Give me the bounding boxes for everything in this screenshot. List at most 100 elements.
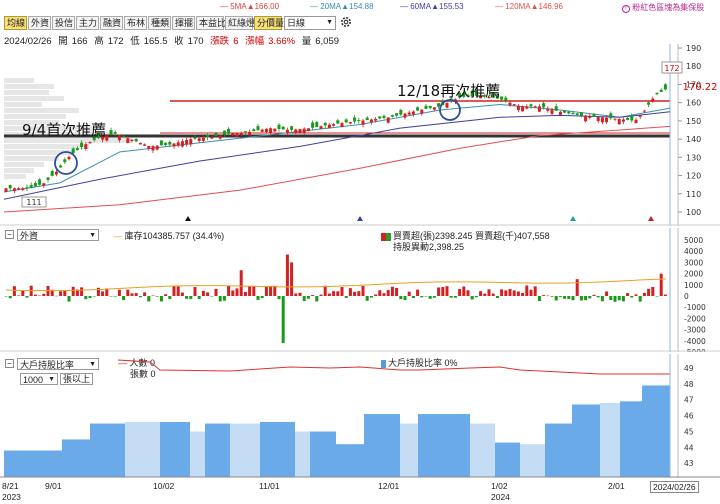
price-chart[interactable]: 190180170160150140130120110100 111 172 1…	[0, 44, 720, 226]
foreign-bar	[260, 296, 264, 299]
tab-major[interactable]: 主力	[76, 16, 99, 30]
candle-body	[558, 111, 562, 115]
foreign-bar	[634, 294, 638, 296]
foreign-bar	[483, 293, 487, 296]
tab-bollinger[interactable]: 布林	[124, 16, 147, 30]
candle-body	[579, 112, 583, 116]
holder-tick-label: 43	[684, 459, 694, 468]
candle-body	[584, 115, 588, 122]
foreign-bar	[403, 296, 407, 301]
foreign-bar	[420, 296, 424, 298]
foreign-bar	[365, 296, 369, 301]
foreign-bar	[546, 295, 550, 297]
tab-traffic-light[interactable]: 紅綠燈	[225, 16, 255, 30]
candle-body	[626, 118, 630, 120]
foreign-bar	[147, 296, 151, 302]
candle-body	[248, 131, 252, 136]
foreign-bar	[4, 296, 8, 297]
holder-ratio-bar	[336, 444, 364, 477]
foreign-buysell-chart[interactable]: 5000 4000 3000 2000 1000 0 -1000 -2000 -3000 -400…	[0, 228, 720, 352]
price-tick-label: 160	[686, 99, 701, 108]
foreign-bar	[243, 292, 247, 296]
candle-body	[159, 140, 163, 146]
foreign-bar	[159, 296, 163, 302]
foreign-bar	[113, 296, 117, 297]
candle-body	[126, 138, 130, 144]
low-marker: 111	[26, 198, 41, 207]
x-label-0821: 8/21	[2, 481, 19, 491]
holder-ratio-bar	[418, 414, 445, 477]
candle-body	[411, 111, 415, 115]
foreign-bar	[437, 287, 441, 296]
holder-ratio-bar	[445, 414, 470, 477]
holder-tick-label: 44	[684, 443, 694, 452]
x-label-current-date: 2024/02/26	[650, 481, 699, 493]
price-tick-label: 190	[686, 44, 701, 53]
high-marker: 172	[664, 64, 679, 73]
holder-ratio-bar	[600, 402, 620, 477]
candle-body	[437, 103, 441, 107]
foreign-tick-label: -2000	[684, 314, 706, 323]
candle-body	[143, 144, 147, 146]
candle-body	[306, 128, 310, 131]
holder-ratio-bar	[125, 421, 160, 477]
pink-block-info-link[interactable]: ! 粉紅色區塊為集保股	[622, 2, 704, 13]
foreign-bar	[54, 295, 58, 297]
candle-body	[327, 124, 331, 129]
foreign-bar	[172, 286, 176, 296]
x-label-1101: 11/01	[259, 481, 280, 491]
holder-ratio-chart[interactable]: 49 48 47 46 45 44 43	[0, 354, 720, 478]
x-label-1201: 12/01	[378, 481, 400, 491]
tab-volume-profile[interactable]: 分價量	[254, 16, 284, 30]
legend-ma20: — 20MA▲154.88	[310, 2, 374, 11]
price-tick-label: 150	[686, 117, 701, 126]
candle-body	[172, 143, 176, 147]
foreign-bar	[340, 287, 344, 296]
candle-body	[508, 102, 512, 105]
candle-body	[588, 116, 592, 118]
foreign-bar	[256, 296, 260, 300]
candle-body	[655, 92, 659, 95]
candle-body	[12, 188, 16, 192]
foreign-bar	[185, 296, 189, 299]
period-select[interactable]: 日線 ▼	[284, 16, 336, 30]
candle-body	[647, 102, 651, 105]
candle-body	[264, 128, 268, 132]
candle-body	[348, 122, 352, 124]
candle-body	[386, 117, 390, 123]
candle-body	[395, 113, 399, 116]
candle-body	[59, 165, 63, 168]
holder-ratio-bar	[230, 423, 260, 477]
tab-trust[interactable]: 投信	[52, 16, 75, 30]
tab-swing[interactable]: 揮擺	[172, 16, 195, 30]
tab-margin[interactable]: 融資	[100, 16, 123, 30]
foreign-bar	[327, 293, 331, 296]
foreign-bar	[214, 288, 218, 296]
foreign-bar	[84, 296, 88, 300]
tab-pe[interactable]: 本益比	[196, 16, 226, 30]
candle-body	[651, 98, 655, 102]
tab-type[interactable]: 種類	[148, 16, 171, 30]
candle-body	[298, 129, 302, 133]
candle-body	[332, 124, 336, 126]
foreign-y-axis: 5000 4000 3000 2000 1000 0 -1000 -2000 -3000 -400…	[684, 236, 706, 352]
candle-body	[369, 119, 373, 123]
foreign-tick-label: -4000	[684, 337, 706, 346]
gear-icon[interactable]	[339, 15, 353, 29]
candle-body	[521, 106, 525, 112]
foreign-bar	[315, 296, 319, 302]
candle-body	[567, 111, 571, 114]
candle-body	[21, 188, 25, 190]
price-tick-label: 100	[686, 208, 701, 217]
candle-body	[592, 113, 596, 117]
tab-ma[interactable]: 均線	[4, 16, 27, 30]
candle-body	[285, 129, 289, 134]
foreign-bar	[512, 290, 516, 296]
tab-foreign[interactable]: 外資	[28, 16, 51, 30]
foreign-bar	[222, 296, 226, 301]
candle-body	[117, 135, 121, 141]
foreign-bar	[571, 296, 575, 301]
foreign-bar	[80, 287, 84, 296]
candle-body	[382, 115, 386, 118]
candle-body	[239, 132, 243, 135]
